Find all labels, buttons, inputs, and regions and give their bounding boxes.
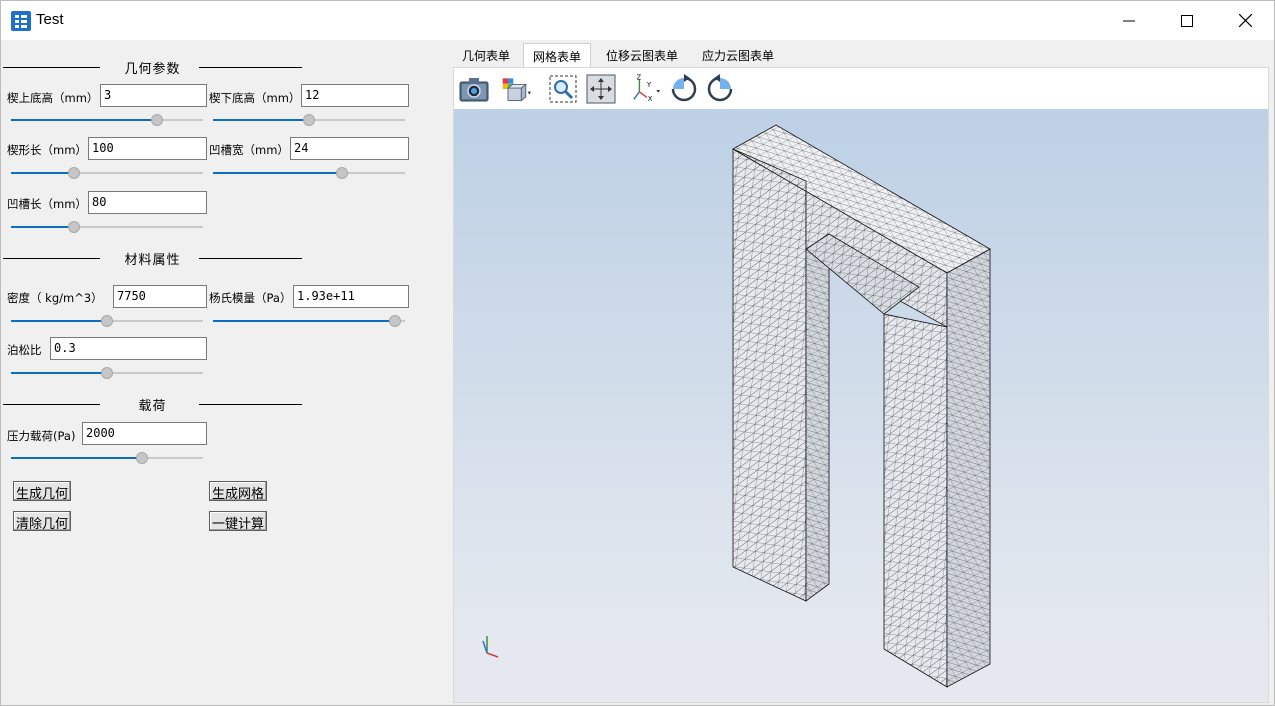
generate-mesh-button[interactable]: 生成网格 [209, 481, 268, 502]
minimize-icon [1123, 20, 1135, 21]
density-input[interactable]: 7750 [113, 285, 207, 308]
slider-thumb[interactable] [101, 315, 113, 327]
poisson-ratio-slider[interactable] [11, 367, 203, 379]
slider-thumb[interactable] [135, 452, 148, 464]
view-mode-button[interactable] [500, 73, 532, 105]
mesh-model [482, 124, 991, 688]
screenshot-button[interactable] [458, 73, 490, 105]
maximize-icon [1181, 14, 1193, 27]
wedge-top-height-label: 楔上底高（mm） [7, 91, 99, 105]
groove-width-input[interactable]: 24 [290, 137, 409, 160]
wedge-top-height-input[interactable]: 3 [100, 84, 207, 107]
tab-displacement[interactable]: 位移云图表单 [597, 43, 687, 67]
groove-length-input[interactable]: 80 [88, 191, 207, 214]
density-slider[interactable] [11, 315, 203, 327]
zoom-box-icon [549, 75, 577, 103]
wedge-bottom-height-label: 楔下底高（mm） [209, 91, 301, 105]
rotate-ccw-icon [707, 74, 733, 102]
slider-thumb[interactable] [68, 167, 81, 179]
youngs-modulus-label: 杨氏模量（Pa） [209, 291, 292, 305]
view-toolbar: Z Y X [454, 68, 1268, 109]
parameter-panel: 几何参数 楔上底高（mm） 3 楔下底高（mm） 12 楔形长（mm） 100 … [1, 41, 451, 705]
section-material: 材料属性 [3, 248, 302, 268]
mesh-panel: Z Y X [453, 67, 1269, 703]
wedge-top-height-slider[interactable] [11, 114, 203, 126]
tab-mesh[interactable]: 网格表单 [523, 43, 592, 67]
rotate-cw-icon [671, 74, 697, 102]
wedge-length-slider[interactable] [11, 167, 203, 179]
slider-thumb[interactable] [150, 114, 163, 126]
fit-view-button[interactable] [585, 73, 617, 105]
generate-geometry-button[interactable]: 生成几何 [13, 481, 72, 502]
zoom-box-button[interactable] [547, 73, 579, 105]
groove-length-label: 凹槽长（mm） [7, 197, 87, 211]
close-icon [1238, 14, 1252, 27]
rotate-cw-button[interactable] [668, 73, 700, 105]
axes-view-button[interactable]: Z Y X [630, 73, 662, 105]
svg-text:Z: Z [637, 74, 642, 82]
tab-stress[interactable]: 应力云图表单 [693, 43, 783, 67]
pressure-load-input[interactable]: 2000 [82, 422, 207, 445]
axes-triad-icon [482, 636, 499, 658]
pressure-load-label: 压力载荷(Pa) [7, 429, 76, 443]
3d-viewport[interactable] [454, 109, 1268, 702]
clear-geometry-button[interactable]: 清除几何 [13, 511, 72, 532]
form-tabs: 几何表单 网格表单 位移云图表单 应力云图表单 [453, 43, 1273, 67]
camera-icon [459, 78, 489, 102]
axes-view-icon: Z Y X [633, 74, 661, 103]
view-box-icon [502, 78, 532, 102]
poisson-ratio-label: 泊松比 [7, 343, 42, 357]
app-icon [11, 11, 31, 31]
maximize-button[interactable] [1158, 1, 1216, 40]
title-bar: Test [1, 1, 1274, 40]
minimize-button[interactable] [1100, 1, 1158, 40]
wedge-bottom-height-input[interactable]: 12 [301, 84, 409, 107]
close-button[interactable] [1216, 1, 1274, 40]
window-title: Test [36, 11, 64, 28]
groove-length-slider[interactable] [11, 221, 203, 233]
pressure-load-slider[interactable] [11, 452, 203, 464]
svg-text:X: X [648, 95, 653, 103]
one-click-compute-button[interactable]: 一键计算 [209, 511, 268, 532]
youngs-modulus-input[interactable]: 1.93e+11 [293, 285, 409, 308]
slider-thumb[interactable] [303, 114, 315, 126]
slider-thumb[interactable] [335, 167, 348, 179]
slider-thumb[interactable] [101, 367, 113, 379]
fit-view-icon [586, 74, 616, 104]
section-load: 载荷 [3, 394, 302, 414]
tab-geometry[interactable]: 几何表单 [453, 43, 519, 67]
density-label: 密度（ kg/m^3） [7, 291, 103, 305]
section-geometry: 几何参数 [3, 57, 302, 77]
slider-thumb[interactable] [389, 315, 402, 327]
wedge-length-input[interactable]: 100 [88, 137, 207, 160]
slider-thumb[interactable] [68, 221, 81, 233]
groove-width-slider[interactable] [213, 167, 405, 179]
wedge-bottom-height-slider[interactable] [213, 114, 405, 126]
groove-width-label: 凹槽宽（mm） [209, 143, 289, 157]
rotate-ccw-button[interactable] [704, 73, 736, 105]
youngs-modulus-slider[interactable] [213, 315, 405, 327]
wedge-length-label: 楔形长（mm） [7, 143, 87, 157]
svg-text:Y: Y [646, 81, 652, 89]
poisson-ratio-input[interactable]: 0.3 [50, 337, 207, 360]
app-window: Test 几何参数 楔上底高（mm） 3 楔下底高（mm） 12 楔形长（mm）… [0, 0, 1275, 706]
